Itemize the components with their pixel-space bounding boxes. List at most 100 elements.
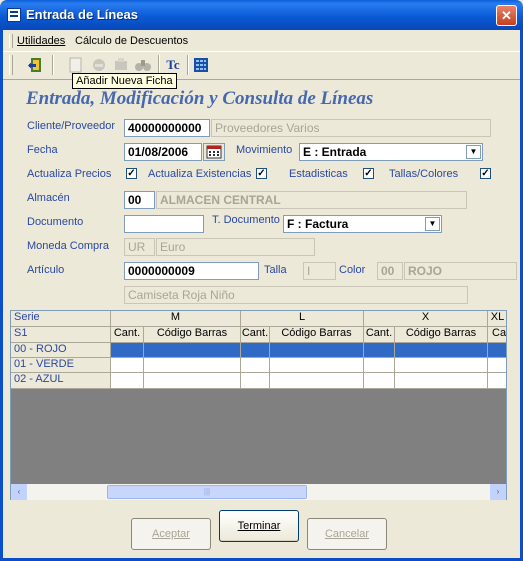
aceptar-label: Aceptar bbox=[152, 528, 190, 540]
grid-cell[interactable] bbox=[395, 343, 488, 358]
moneda-code-field: UR bbox=[124, 238, 155, 256]
grid-cell[interactable] bbox=[111, 358, 144, 373]
grid-header-codigo: Código Barras bbox=[270, 327, 364, 343]
grid-cell[interactable] bbox=[488, 343, 506, 358]
new-record-icon[interactable] bbox=[66, 55, 86, 75]
grid-cell[interactable] bbox=[364, 358, 395, 373]
grid-row-label[interactable]: 00 - ROJO bbox=[11, 343, 111, 358]
grid-cell[interactable] bbox=[488, 373, 506, 389]
fecha-label: Fecha bbox=[27, 144, 58, 156]
estadisticas-checkbox[interactable]: ✓ bbox=[363, 168, 374, 179]
tdocumento-label: T. Documento bbox=[212, 214, 280, 226]
calendar-icon[interactable] bbox=[203, 143, 225, 161]
almacen-label: Almacén bbox=[27, 192, 70, 204]
grid-header-serie: Serie bbox=[11, 311, 111, 327]
grid-cell[interactable] bbox=[270, 343, 364, 358]
movimiento-select[interactable]: E : Entrada ▼ bbox=[299, 143, 483, 161]
scroll-left-icon[interactable]: ‹ bbox=[11, 484, 27, 500]
grid-row-label[interactable]: 02 - AZUL bbox=[11, 373, 111, 389]
fecha-field[interactable]: 01/08/2006 bbox=[124, 143, 202, 161]
toolbar-grip bbox=[9, 55, 13, 75]
grid-cell[interactable] bbox=[144, 343, 241, 358]
documento-label: Documento bbox=[27, 216, 84, 228]
tdocumento-value: F : Factura bbox=[287, 217, 349, 231]
aceptar-button[interactable]: Aceptar bbox=[131, 518, 211, 550]
tallas-colores-grid[interactable]: Serie M L X XL S1 Cant. Código Barras Ca… bbox=[10, 310, 507, 500]
grid-cell[interactable] bbox=[144, 358, 241, 373]
chevron-down-icon[interactable]: ▼ bbox=[466, 145, 481, 159]
menu-grip bbox=[9, 34, 13, 48]
toolbar-separator bbox=[158, 55, 160, 75]
search-binoculars-icon[interactable] bbox=[133, 55, 153, 75]
almacen-code-field[interactable]: 00 bbox=[124, 191, 155, 209]
tc-icon[interactable]: Tc bbox=[163, 55, 183, 75]
grid-cell[interactable] bbox=[488, 358, 506, 373]
grid-header-size-m: M bbox=[111, 311, 241, 327]
actualiza-existencias-checkbox[interactable]: ✓ bbox=[256, 168, 267, 179]
grid-cell[interactable] bbox=[364, 343, 395, 358]
grid-cell[interactable] bbox=[395, 373, 488, 389]
page-title: Entrada, Modificación y Consulta de Líne… bbox=[26, 88, 374, 109]
grid-row-label[interactable]: 01 - VERDE bbox=[11, 358, 111, 373]
grid-header-codigo: Código Barras bbox=[144, 327, 241, 343]
grid-calculator-icon[interactable] bbox=[191, 55, 211, 75]
scrollbar-thumb[interactable]: ||| bbox=[107, 485, 307, 499]
window-frame-left bbox=[0, 30, 3, 561]
app-icon bbox=[7, 8, 21, 22]
chevron-down-icon[interactable]: ▼ bbox=[425, 217, 440, 231]
tdocumento-select[interactable]: F : Factura ▼ bbox=[283, 215, 442, 233]
grid-cell[interactable] bbox=[270, 358, 364, 373]
window-title: Entrada de Líneas bbox=[26, 7, 138, 22]
movimiento-value: E : Entrada bbox=[303, 145, 367, 159]
talla-label: Talla bbox=[264, 264, 287, 276]
grid-header-cant: Cant. bbox=[241, 327, 270, 343]
grid-cell[interactable] bbox=[270, 373, 364, 389]
exit-door-icon[interactable] bbox=[27, 55, 47, 75]
grid-cell[interactable] bbox=[241, 358, 270, 373]
grid-cell[interactable] bbox=[241, 373, 270, 389]
movimiento-label: Movimiento bbox=[236, 144, 293, 156]
talla-field: I bbox=[303, 262, 336, 280]
grid-header-cant: Cant. bbox=[111, 327, 144, 343]
scroll-right-icon[interactable]: › bbox=[490, 484, 506, 500]
color-label: Color bbox=[339, 264, 366, 276]
articulo-code-field[interactable]: 0000000009 bbox=[124, 262, 259, 280]
estadisticas-label: Estadisticas bbox=[289, 168, 348, 180]
grid-header-codigo: Código Barras bbox=[395, 327, 488, 343]
grid-cell[interactable] bbox=[241, 343, 270, 358]
cancelar-button[interactable]: Cancelar bbox=[307, 518, 387, 550]
cliente-code-field[interactable]: 40000000000 bbox=[124, 119, 210, 137]
grid-header-cant-partial: Ca bbox=[488, 327, 506, 343]
tallas-colores-label: Tallas/Colores bbox=[389, 168, 459, 180]
delete-icon[interactable] bbox=[111, 55, 131, 75]
grid-cell[interactable] bbox=[395, 358, 488, 373]
toolbar-separator bbox=[187, 55, 189, 75]
tallas-colores-checkbox[interactable]: ✓ bbox=[480, 168, 491, 179]
cliente-label: Cliente/Proveedor bbox=[27, 120, 116, 132]
almacen-name-field: ALMACEN CENTRAL bbox=[156, 191, 467, 209]
title-bar[interactable]: Entrada de Líneas ✕ bbox=[0, 0, 523, 30]
grid-cell[interactable] bbox=[111, 343, 144, 358]
articulo-label: Artículo bbox=[27, 264, 65, 276]
cancelar-label: Cancelar bbox=[324, 528, 370, 540]
grid-horizontal-scrollbar[interactable]: ‹ ||| › bbox=[11, 484, 506, 500]
terminar-label: Terminar bbox=[237, 520, 281, 532]
close-button[interactable]: ✕ bbox=[496, 5, 517, 26]
save-icon[interactable] bbox=[89, 55, 109, 75]
grid-header-s1: S1 bbox=[11, 327, 111, 343]
grid-cell[interactable] bbox=[144, 373, 241, 389]
actualiza-precios-label: Actualiza Precios bbox=[27, 168, 112, 180]
grid-cell[interactable] bbox=[364, 373, 395, 389]
actualiza-existencias-label: Actualiza Existencias bbox=[148, 168, 252, 180]
menu-utilidades[interactable]: Utilidades bbox=[17, 35, 65, 47]
moneda-name-field: Euro bbox=[156, 238, 315, 256]
menu-calculo-descuentos[interactable]: Cálculo de Descuentos bbox=[75, 35, 188, 47]
actualiza-precios-checkbox[interactable]: ✓ bbox=[126, 168, 137, 179]
terminar-button[interactable]: Terminar bbox=[219, 510, 299, 542]
documento-field[interactable] bbox=[124, 215, 204, 233]
moneda-label: Moneda Compra bbox=[27, 240, 109, 252]
grid-cell[interactable] bbox=[111, 373, 144, 389]
articulo-description-field: Camiseta Roja Niño bbox=[124, 286, 468, 304]
toolbar-separator bbox=[52, 55, 54, 75]
menu-bar: Utilidades Cálculo de Descuentos bbox=[3, 31, 520, 50]
